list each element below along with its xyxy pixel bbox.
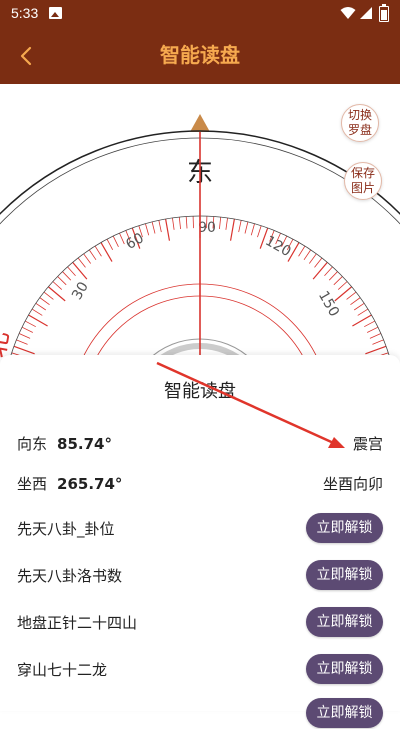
compass-tick: [14, 346, 35, 354]
compass-tick: [358, 309, 368, 315]
wifi-icon: [340, 7, 356, 20]
compass-tick: [257, 226, 261, 237]
compass-tick: [219, 217, 220, 229]
battery-icon: [379, 6, 389, 22]
compass-dial: 东 30 60 90 120 150 北: [0, 84, 400, 369]
north-pointer-icon: [190, 114, 210, 132]
status-bar: 5:33: [0, 0, 400, 27]
page-title: 智能读盘: [0, 27, 400, 84]
compass-tick: [372, 340, 383, 344]
compass-tick: [95, 246, 101, 256]
compass-tick: [172, 218, 174, 230]
compass-tick: [231, 219, 235, 241]
unlock-button[interactable]: 立即解锁: [306, 560, 383, 590]
compass-tick: [19, 333, 30, 338]
sitting-label: 坐西265.74°: [17, 473, 122, 494]
compass-tick: [48, 287, 65, 301]
compass-tick: [107, 239, 113, 250]
compass-tick: [53, 282, 62, 290]
sitting-value: 坐酉向卯: [323, 473, 383, 494]
save-image-button[interactable]: 保存图片: [344, 162, 382, 200]
unlock-button[interactable]: 立即解锁: [306, 698, 383, 728]
compass-tick: [152, 222, 155, 234]
compass-tick: [370, 333, 381, 338]
facing-row: 向东85.74° 震宫: [17, 425, 383, 459]
compass-tick: [44, 292, 53, 299]
list-item: 先天八卦_卦位 立即解锁: [17, 510, 383, 544]
compass-tick: [313, 262, 327, 279]
compass-tick: [159, 220, 161, 232]
compass-tick: [145, 224, 148, 236]
compass-tick: [239, 220, 241, 232]
app-bar: 智能读盘: [0, 27, 400, 84]
compass-tick: [329, 272, 337, 281]
list-item: 先天八卦洛书数 立即解锁: [17, 557, 383, 591]
compass-tick: [32, 309, 42, 315]
reading-sheet: 智能读盘 向东85.74° 震宫 坐西265.74° 坐酉向卯 先天八卦_卦位 …: [0, 355, 400, 711]
list-item: 穿山七十二龙 立即解锁: [17, 651, 383, 685]
compass-tick: [84, 254, 91, 264]
compass-view[interactable]: 东 30 60 90 120 150 北 切换罗盘 保存图片: [0, 84, 400, 369]
compass-tick: [364, 321, 375, 327]
compass-tick: [62, 272, 70, 281]
gallery-notification-icon: [49, 7, 62, 19]
facing-value: 震宫: [353, 433, 383, 454]
status-time: 5:33: [11, 5, 38, 21]
compass-tick: [335, 287, 352, 301]
sitting-degree: 265.74°: [57, 475, 122, 493]
compass-tick: [40, 298, 50, 305]
signal-icon: [359, 6, 373, 20]
compass-tick: [166, 219, 170, 241]
compass-tick: [315, 258, 322, 267]
tick-label-150: 150: [315, 288, 342, 319]
tick-label-30: 30: [69, 279, 92, 302]
unlock-button[interactable]: 立即解锁: [306, 654, 383, 684]
compass-tick: [179, 217, 180, 229]
compass-tick: [324, 267, 332, 276]
item-label: 先天八卦_卦位: [17, 518, 115, 539]
compass-tick: [186, 216, 187, 228]
compass-tick: [347, 292, 356, 299]
compass-tick: [251, 224, 254, 236]
compass-tick: [58, 276, 67, 284]
compass-tick: [89, 250, 96, 260]
sitting-row: 坐西265.74° 坐酉向卯: [17, 465, 383, 499]
item-label: 穿山七十二龙: [17, 659, 107, 680]
compass-tick: [226, 218, 228, 230]
compass-tick: [365, 346, 386, 354]
compass-tick: [334, 276, 343, 284]
compass-tick: [367, 327, 378, 332]
compass-tick: [16, 340, 27, 344]
compass-tick: [245, 222, 248, 234]
compass-tick: [68, 267, 76, 276]
facing-label: 向东85.74°: [17, 433, 112, 454]
switch-compass-button[interactable]: 切换罗盘: [341, 104, 379, 142]
unlock-button[interactable]: 立即解锁: [306, 513, 383, 543]
compass-tick: [25, 321, 36, 327]
compass-tick: [350, 298, 360, 305]
compass-tick: [78, 258, 85, 267]
list-item: 立即解锁: [17, 695, 383, 729]
item-label: 先天八卦洛书数: [17, 565, 122, 586]
facing-degree: 85.74°: [57, 435, 112, 453]
list-item: 地盘正针二十四山 立即解锁: [17, 604, 383, 638]
compass-tick: [338, 282, 347, 290]
compass-tick: [113, 236, 118, 247]
item-label: 地盘正针二十四山: [17, 612, 137, 633]
sheet-title: 智能读盘: [0, 377, 400, 403]
compass-tick: [22, 327, 33, 332]
compass-tick: [304, 250, 311, 260]
compass-tick: [354, 303, 364, 310]
unlock-button[interactable]: 立即解锁: [306, 607, 383, 637]
compass-tick: [299, 246, 305, 256]
compass-tick: [73, 262, 87, 279]
compass-tick: [36, 303, 46, 310]
compass-tick: [309, 254, 316, 264]
back-icon[interactable]: [10, 39, 44, 73]
